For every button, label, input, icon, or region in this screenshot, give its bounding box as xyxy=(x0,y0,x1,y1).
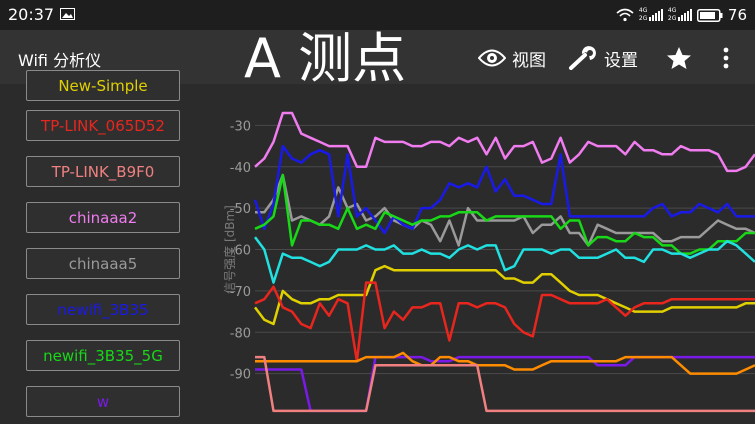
network-button-chinaaa2[interactable]: chinaaa2 xyxy=(26,202,180,233)
network-label: TP-LINK_B9F0 xyxy=(51,162,155,181)
favorite-button[interactable] xyxy=(666,44,692,72)
network-label: w xyxy=(96,392,110,411)
battery-level: 76 xyxy=(727,6,747,24)
network-button-newifi-3b35-5g[interactable]: newifi_3B35_5G xyxy=(26,340,180,371)
y-tick-label: -40 xyxy=(230,161,251,176)
network-label: newifi_3B35 xyxy=(57,300,149,319)
image-notification-icon xyxy=(60,8,75,20)
cell-signal-2: 4G 2G xyxy=(668,7,692,23)
network-button-chinaaa5[interactable]: chinaaa5 xyxy=(26,248,180,279)
y-tick-label: -90 xyxy=(230,368,251,383)
view-button[interactable]: 视图 xyxy=(478,44,546,72)
cell-signal-1: 4G 2G xyxy=(639,7,663,23)
view-label: 视图 xyxy=(512,50,546,71)
network-label: chinaaa2 xyxy=(68,208,138,227)
signal-bars-icon xyxy=(648,9,663,21)
y-axis-label: 信号强度 [dBm] xyxy=(222,205,237,294)
more-vert-icon xyxy=(723,47,729,69)
status-bar: 20:37 4G 2G 4G 2G 76 xyxy=(0,0,755,30)
signal-chart-svg: -30-40-50-60-70-80-90信号强度 [dBm] xyxy=(222,84,755,415)
network-button-newifi-3b35[interactable]: newifi_3B35 xyxy=(26,294,180,325)
settings-label: 设置 xyxy=(604,50,638,71)
network-type-label: 2G xyxy=(638,15,648,22)
network-type-label: 4G xyxy=(667,7,677,14)
status-time: 20:37 xyxy=(8,5,55,24)
network-button-new-simple[interactable]: New-Simple xyxy=(26,70,180,101)
network-label: chinaaa5 xyxy=(68,254,138,273)
network-button-w[interactable]: w xyxy=(26,386,180,417)
app-title: Wifi 分析仪 xyxy=(18,51,102,70)
network-button-tp-link-b9f0[interactable]: TP-LINK_B9F0 xyxy=(26,156,180,187)
network-list: New-Simple TP-LINK_065D52 TP-LINK_B9F0 c… xyxy=(0,70,212,424)
eye-icon xyxy=(478,49,506,67)
network-type-label: 4G xyxy=(638,7,648,14)
signal-bars-icon xyxy=(677,9,692,21)
y-tick-label: -80 xyxy=(230,326,251,341)
network-label: New-Simple xyxy=(58,76,148,95)
star-icon xyxy=(667,47,691,69)
more-options-button[interactable] xyxy=(722,44,730,72)
wrench-icon xyxy=(569,46,596,70)
signal-chart: -30 -40 -50 -60 -70 -80 -90 信号强度 [dBm] xyxy=(212,84,755,424)
network-button-tp-link-065d52[interactable]: TP-LINK_065D52 xyxy=(26,110,180,141)
network-label: TP-LINK_065D52 xyxy=(41,116,165,135)
status-indicators: 4G 2G 4G 2G 76 xyxy=(616,5,747,25)
wifi-signal-icon xyxy=(616,8,634,22)
y-tick-label: -30 xyxy=(230,119,251,134)
network-type-label: 2G xyxy=(667,15,677,22)
network-label: newifi_3B35_5G xyxy=(43,346,163,365)
settings-button[interactable]: 设置 xyxy=(568,44,638,72)
battery-icon xyxy=(696,8,723,22)
overlay-title: A 测点 xyxy=(244,27,407,90)
